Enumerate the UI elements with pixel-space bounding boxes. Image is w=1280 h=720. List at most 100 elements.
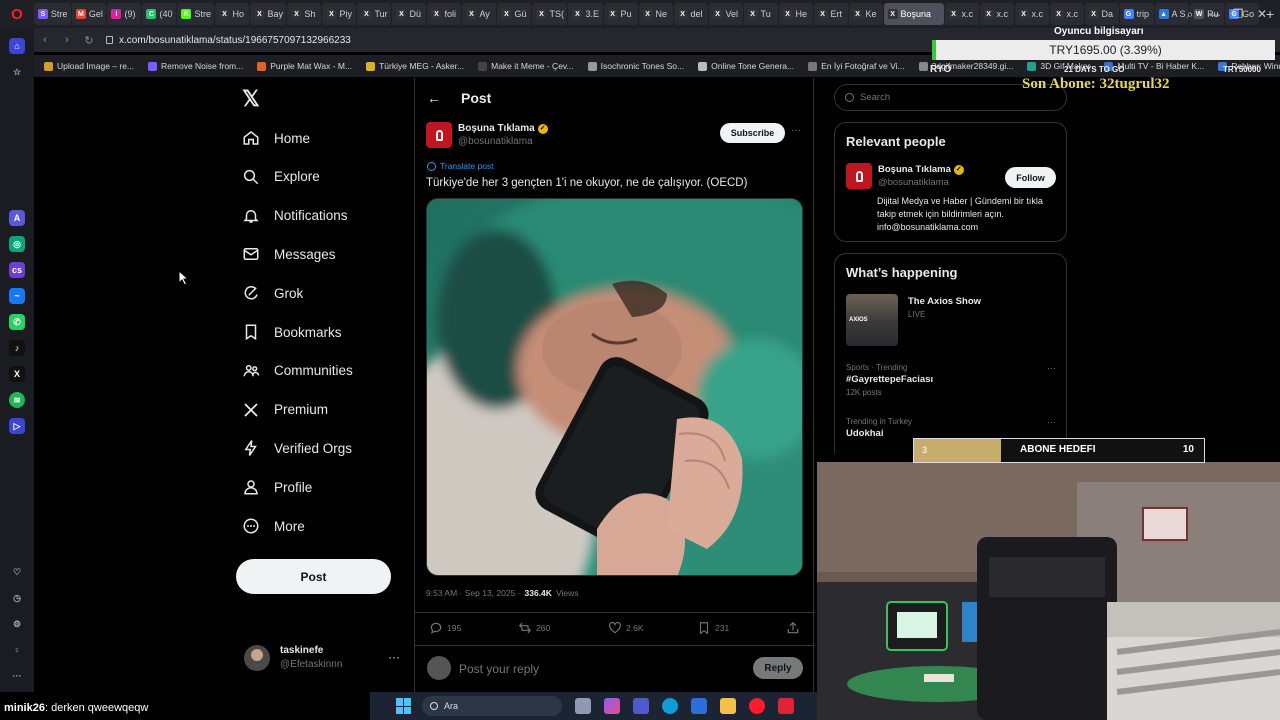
browser-tab[interactable]: C (40 (142, 3, 177, 25)
browser-tab[interactable]: Xx.c (944, 3, 979, 25)
translate-post-link[interactable]: Translate post (427, 161, 494, 171)
teams-icon[interactable] (633, 698, 649, 714)
bookmark-item[interactable]: En İyi Fotoğraf ve Vi... (808, 61, 905, 71)
trend-item[interactable]: Trending in Turkey Udokhai ··· (846, 417, 1056, 439)
account-more-icon[interactable]: ··· (388, 650, 400, 664)
bookmark-item[interactable]: Make it Meme - Çev... (478, 61, 574, 71)
taskbar-search[interactable]: Ara (422, 696, 562, 716)
cs-icon[interactable]: cs (9, 262, 25, 278)
url-field[interactable]: x.com/bosunatiklama/status/1966757097132… (106, 35, 351, 46)
browser-tab[interactable]: X Ay (462, 3, 497, 25)
browser-tab[interactable]: X Bay (250, 3, 287, 25)
nav-item-home[interactable]: Home (242, 124, 310, 152)
relevant-name[interactable]: Boşuna Tıklama (878, 163, 951, 176)
nav-item-notifications[interactable]: Notifications (242, 202, 348, 230)
browser-tab[interactable]: X TS( (532, 3, 568, 25)
browser-tab[interactable]: K Stre (177, 3, 215, 25)
nav-item-grok[interactable]: Grok (242, 279, 303, 307)
bookmark-item[interactable]: Türkiye MEG - Asker... (366, 61, 464, 71)
nav-item-profile[interactable]: Profile (242, 473, 312, 501)
search-tabs-icon[interactable]: ⌕ (1180, 7, 1200, 22)
reply-button[interactable]: Reply (753, 657, 803, 679)
forward-nav-icon[interactable]: › (56, 34, 78, 46)
browser-tab[interactable]: X Tur (357, 3, 392, 25)
browser-tab[interactable]: Xx.c (1014, 3, 1049, 25)
trend-more-icon[interactable]: ··· (1047, 363, 1056, 373)
back-nav-icon[interactable]: ‹ (34, 34, 56, 46)
maximize-button[interactable]: ❐ (1228, 7, 1248, 21)
chatgpt-icon[interactable]: ◎ (9, 236, 25, 252)
browser-tab[interactable]: X 3.E (568, 3, 603, 25)
copilot-icon[interactable] (604, 698, 620, 714)
like-action[interactable]: 2.6K (608, 621, 644, 635)
reply-input[interactable]: Post your reply (459, 662, 539, 676)
follow-button[interactable]: Follow (1005, 167, 1056, 188)
browser-tab[interactable]: X Boşuna (883, 3, 944, 25)
nav-item-bookmarks[interactable]: Bookmarks (242, 318, 342, 346)
browser-tab[interactable]: X Pu (603, 3, 638, 25)
x-logo-icon[interactable]: 𝕏 (242, 86, 260, 112)
share-action[interactable] (786, 621, 800, 635)
nav-item-messages[interactable]: Messages (242, 240, 336, 268)
browser-tab[interactable]: Xx.c (1049, 3, 1084, 25)
browser-tab[interactable]: X Piy (322, 3, 357, 25)
reload-icon[interactable]: ↻ (78, 34, 100, 47)
file-explorer-icon[interactable] (720, 698, 736, 714)
spotify-icon[interactable]: ≋ (9, 392, 25, 408)
author-handle[interactable]: @bosunatiklama (458, 135, 548, 148)
account-switcher[interactable]: taskinefe @Efetaskinnn ··· (244, 642, 404, 674)
browser-tab[interactable]: X Ne (638, 3, 673, 25)
browser-tab[interactable]: Xfoli (427, 3, 462, 25)
back-arrow-icon[interactable]: ← (427, 90, 441, 106)
post-more-icon[interactable]: ··· (791, 125, 801, 136)
bookmark-item[interactable]: Online Tone Genera... (698, 61, 794, 71)
edge-icon[interactable] (662, 698, 678, 714)
browser-tab[interactable]: X Ho (215, 3, 250, 25)
trend-item[interactable]: Sports · Trending #GayrettepeFaciası 12K… (846, 363, 1056, 397)
nav-item-premium[interactable]: Premium (242, 396, 328, 424)
author-name[interactable]: Boşuna Tıklama (458, 122, 535, 135)
browser-tab[interactable]: X He (778, 3, 813, 25)
x-sidebar-icon[interactable]: X (9, 366, 25, 382)
minimize-button[interactable]: — (1204, 7, 1224, 21)
opera-taskbar-icon[interactable] (749, 698, 765, 714)
trend-more-icon[interactable]: ··· (1047, 417, 1056, 427)
post-button[interactable]: Post (236, 559, 391, 594)
browser-tab[interactable]: Gtrip (1119, 3, 1154, 25)
star-icon[interactable]: ☆ (9, 64, 25, 80)
windows-start-icon[interactable] (396, 698, 412, 714)
aria-icon[interactable]: A (9, 210, 25, 226)
bulb-icon[interactable]: ♀ (9, 642, 25, 658)
subscribe-button[interactable]: Subscribe (720, 123, 785, 143)
player-icon[interactable]: ▷ (9, 418, 25, 434)
messenger-icon[interactable]: ~ (9, 288, 25, 304)
browser-tab[interactable]: S Stre (33, 3, 71, 25)
bookmark-item[interactable]: Isochronic Tones So... (587, 61, 684, 71)
bookmark-item[interactable]: Upload Image – re... (44, 61, 134, 71)
live-event[interactable]: AXIOS The Axios Show LIVE (846, 294, 981, 346)
browser-tab[interactable]: X Gü (497, 3, 532, 25)
bookmark-item[interactable]: Remove Noise from... (148, 61, 243, 71)
bookmark-action[interactable]: 231 (697, 621, 729, 635)
whatsapp-icon[interactable]: ✆ (9, 314, 25, 330)
opera-logo-icon[interactable]: O (0, 0, 34, 28)
browser-tab[interactable]: X Ke (848, 3, 883, 25)
tiktok-icon[interactable]: ♪ (9, 340, 25, 356)
close-window-button[interactable]: ✕ (1252, 7, 1272, 21)
browser-tab[interactable]: M Gel (71, 3, 107, 25)
browser-tab[interactable]: I (9) (107, 3, 142, 25)
history-icon[interactable]: ◷ (9, 590, 25, 606)
relevant-avatar[interactable] (846, 163, 872, 189)
more-icon[interactable]: ··· (9, 668, 25, 684)
nav-item-verified-orgs[interactable]: Verified Orgs (242, 434, 352, 462)
browser-tab[interactable]: X Ert (813, 3, 848, 25)
bookmark-item[interactable]: Purple Mat Wax - M... (257, 61, 352, 71)
author-avatar[interactable] (426, 122, 452, 148)
nav-item-explore[interactable]: Explore (242, 163, 320, 191)
browser-tab[interactable]: X Vel (708, 3, 743, 25)
post-image[interactable] (426, 198, 803, 576)
task-view-icon[interactable] (575, 698, 591, 714)
nav-item-communities[interactable]: Communities (242, 357, 353, 385)
app-taskbar-icon[interactable] (778, 698, 794, 714)
post-author[interactable]: Boşuna Tıklama ✓ @bosunatiklama (426, 122, 548, 148)
